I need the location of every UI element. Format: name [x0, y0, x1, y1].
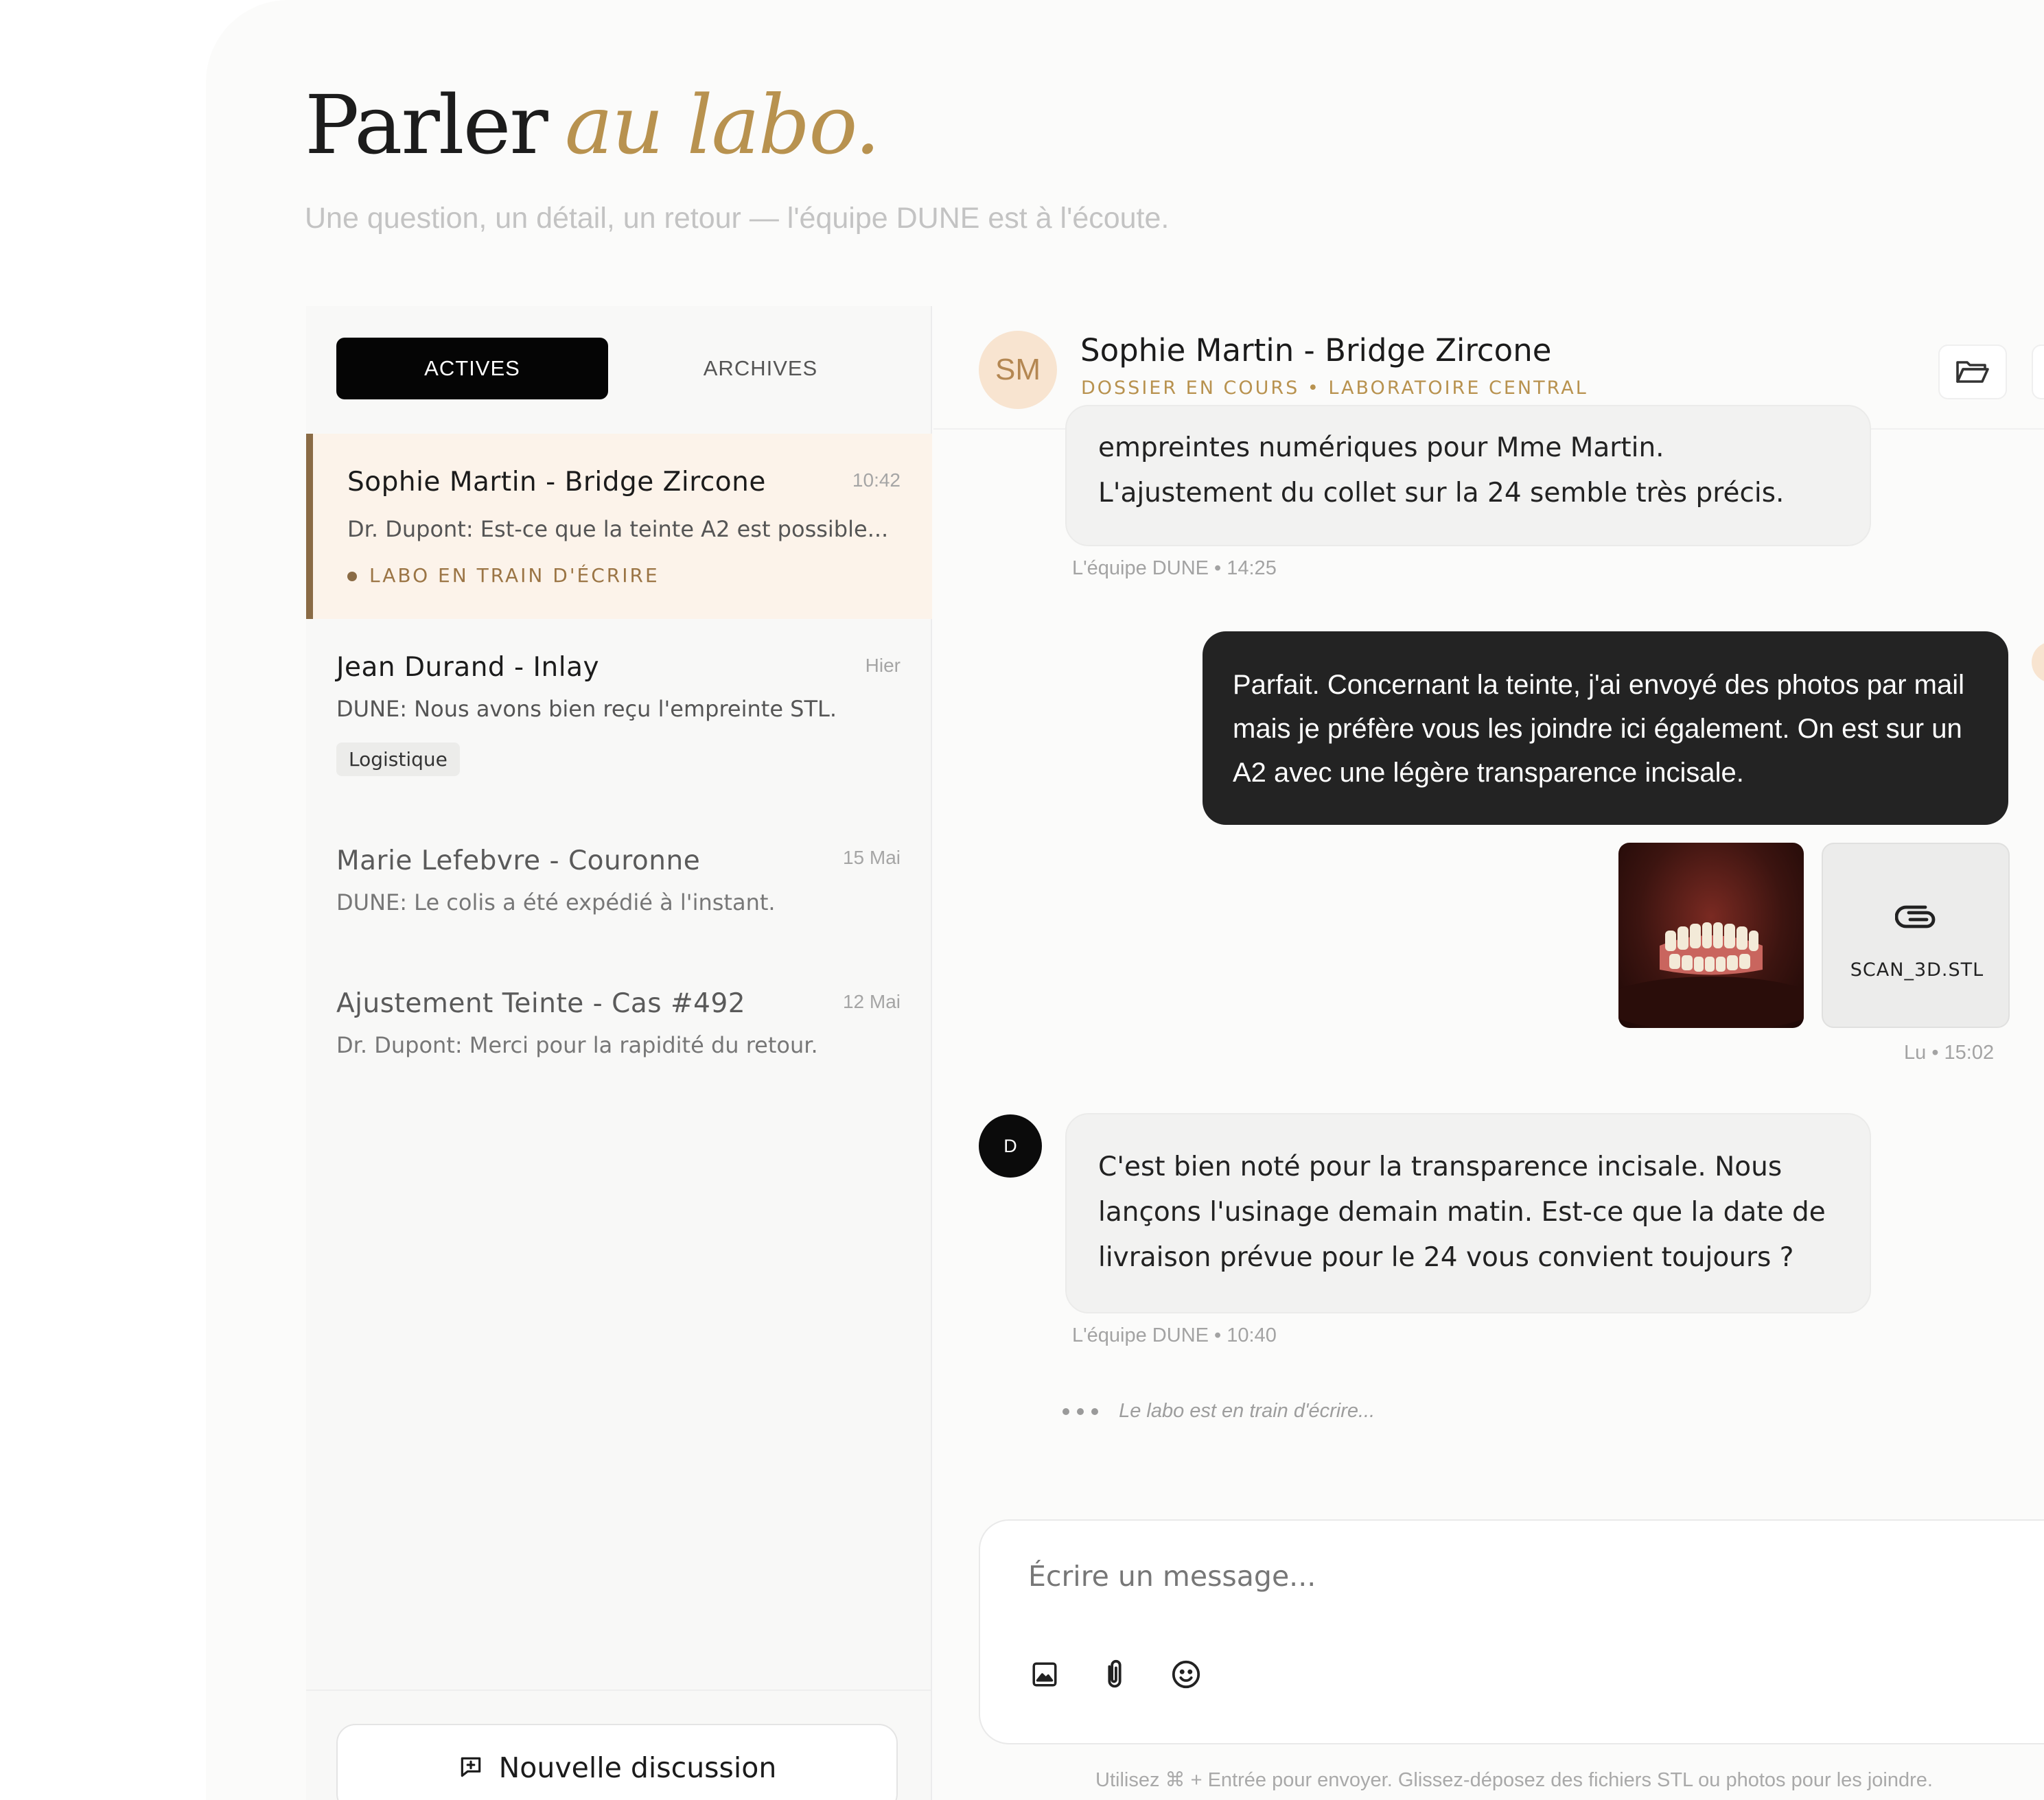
avatar: D: [979, 1114, 1042, 1178]
conversation-name: Sophie Martin - Bridge Zircone: [347, 467, 766, 498]
typing-text: Le labo est en train d'écrire...: [1119, 1400, 1375, 1422]
emoji-icon: [1172, 1660, 1200, 1689]
conversation-item-jean-durand[interactable]: Jean Durand - Inlay Hier DUNE: Nous avon…: [306, 619, 932, 811]
conversation-preview: Dr. Dupont: Est-ce que la teinte A2 est …: [347, 516, 889, 542]
chat-subtitle: DOSSIER EN COURS • LABORATOIRE CENTRAL: [1081, 377, 1588, 399]
conversation-time: 10:42: [852, 469, 901, 491]
category-tag: Logistique: [336, 743, 460, 776]
typing-status: LABO EN TRAIN D'ÉCRIRE: [347, 564, 660, 587]
conversation-time: Hier: [865, 655, 901, 676]
paperclip-icon: [1108, 1659, 1122, 1688]
page-subtitle: Une question, un détail, un retour — l'é…: [305, 202, 1170, 235]
page-title: Parler au labo.: [305, 78, 881, 172]
attach-button[interactable]: [1097, 1657, 1133, 1692]
avatar: SM: [979, 331, 1057, 409]
conversation-time: 12 Mai: [842, 991, 901, 1012]
conversation-item-ajustement-teinte[interactable]: Ajustement Teinte - Cas #492 12 Mai Dr. …: [306, 955, 932, 1099]
chat-title: Sophie Martin - Bridge Zircone: [1080, 332, 1552, 369]
image-button[interactable]: [1027, 1657, 1062, 1692]
new-discussion-button[interactable]: Nouvelle discussion: [336, 1724, 898, 1800]
conversation-name: Ajustement Teinte - Cas #492: [336, 988, 746, 1019]
tab-archives[interactable]: ARCHIVES: [625, 338, 896, 399]
typing-indicator: Le labo est en train d'écrire...: [1062, 1400, 1375, 1423]
folder-icon: [1956, 361, 1989, 383]
conversation-preview: DUNE: Nous avons bien reçu l'empreinte S…: [336, 696, 837, 722]
message-meta: L'équipe DUNE • 10:40: [1072, 1324, 1277, 1346]
tab-actives[interactable]: ACTIVES: [336, 338, 608, 399]
typing-status-label: LABO EN TRAIN D'ÉCRIRE: [369, 564, 660, 587]
composer-hint: Utilisez ⌘ + Entrée pour envoyer. Glisse…: [1095, 1769, 1933, 1791]
conversation-preview: Dr. Dupont: Merci pour la rapidité du re…: [336, 1032, 818, 1058]
photo-attachment[interactable]: [1618, 843, 1804, 1028]
conversation-sidebar: ACTIVES ARCHIVES Sophie Martin - Bridge …: [306, 306, 932, 1800]
conversation-time: 15 Mai: [842, 847, 901, 868]
status-dot-icon: [347, 572, 357, 581]
title-accent: au labo.: [564, 78, 881, 172]
conversation-tabs: ACTIVES ARCHIVES: [336, 338, 913, 399]
sidebar-footer: Nouvelle discussion: [306, 1690, 931, 1800]
message-meta-read: Lu • 15:02: [1904, 1042, 1995, 1064]
new-chat-icon: [461, 1757, 480, 1777]
message-bubble-outgoing: Parfait. Concernant la teinte, j'ai envo…: [1203, 631, 2008, 825]
conversation-name: Marie Lefebvre - Couronne: [336, 845, 701, 876]
conversation-preview: DUNE: Le colis a été expédié à l'instant…: [336, 889, 776, 915]
file-attachment[interactable]: SCAN_3D.STL: [1822, 843, 2010, 1028]
title-main: Parler: [305, 78, 548, 172]
image-icon: [1032, 1662, 1057, 1687]
folder-button[interactable]: [1938, 344, 2007, 399]
message-bubble-incoming: C'est bien noté pour la transparence inc…: [1065, 1113, 1871, 1313]
file-name: SCAN_3D.STL: [1850, 959, 1984, 981]
conversation-name: Jean Durand - Inlay: [336, 652, 600, 683]
message-input[interactable]: [1028, 1552, 1989, 1600]
header-action-button[interactable]: [2032, 344, 2044, 399]
message-meta: L'équipe DUNE • 14:25: [1072, 557, 1277, 579]
paperclip-icon: [1895, 905, 1936, 928]
conversation-item-sophie-martin[interactable]: Sophie Martin - Bridge Zircone 10:42 Dr.…: [306, 434, 932, 619]
typing-dots-icon: [1062, 1405, 1106, 1418]
new-discussion-label: Nouvelle discussion: [498, 1751, 777, 1784]
conversation-item-marie-lefebvre[interactable]: Marie Lefebvre - Couronne 15 Mai DUNE: L…: [306, 811, 932, 955]
dental-photo-image: [1618, 922, 1804, 1028]
message-composer: [979, 1519, 2044, 1744]
message-bubble-incoming: empreintes numériques pour Mme Martin. L…: [1065, 405, 1871, 546]
emoji-button[interactable]: [1168, 1657, 1204, 1692]
